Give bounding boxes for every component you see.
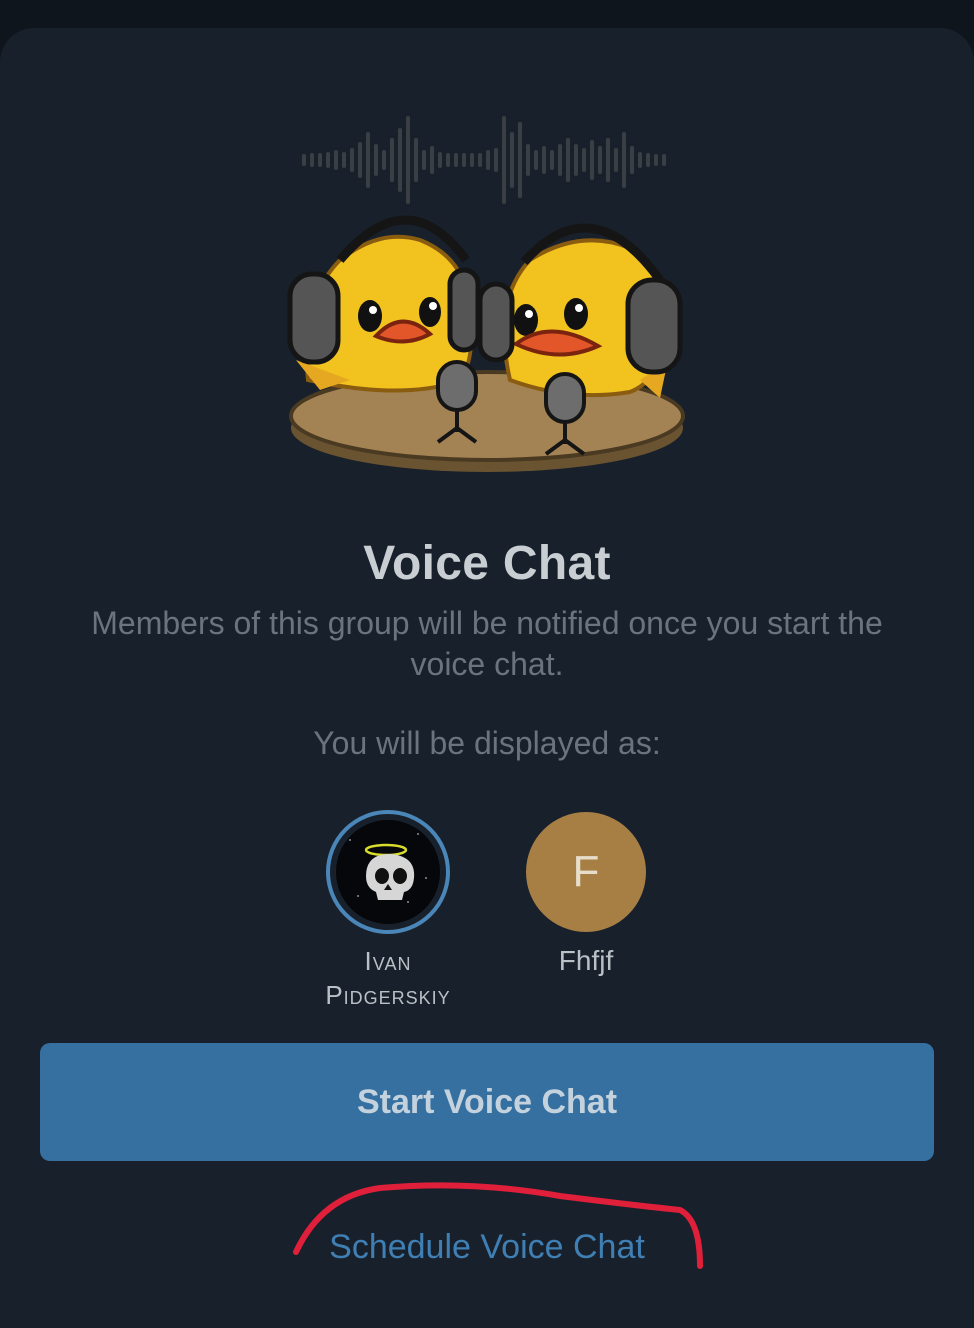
avatar <box>336 820 440 924</box>
start-voice-chat-button[interactable]: Start Voice Chat <box>40 1043 934 1161</box>
sound-wave-icon <box>302 116 666 204</box>
skull-avatar-icon <box>338 820 438 920</box>
dialog-title: Voice Chat <box>363 537 611 590</box>
displayed-as-label: You will be displayed as: <box>313 725 661 761</box>
schedule-voice-chat-link[interactable]: Schedule Voice Chat <box>0 1228 974 1267</box>
peer-option-ivan[interactable]: Ivan Pidgerskiy <box>298 810 478 1012</box>
avatar-selected-ring <box>326 810 450 934</box>
right-duck-icon <box>477 223 683 398</box>
dialog-subtitle: Members of this group will be notified o… <box>91 605 883 682</box>
voice-chat-ducks-illustration <box>287 116 685 472</box>
peer-name: Fhfjf <box>558 945 614 976</box>
avatar: F <box>526 812 646 932</box>
peer-option-fhfjf[interactable]: F Fhfjf <box>496 810 676 978</box>
peer-name: Ivan Pidgerskiy <box>325 946 451 1010</box>
